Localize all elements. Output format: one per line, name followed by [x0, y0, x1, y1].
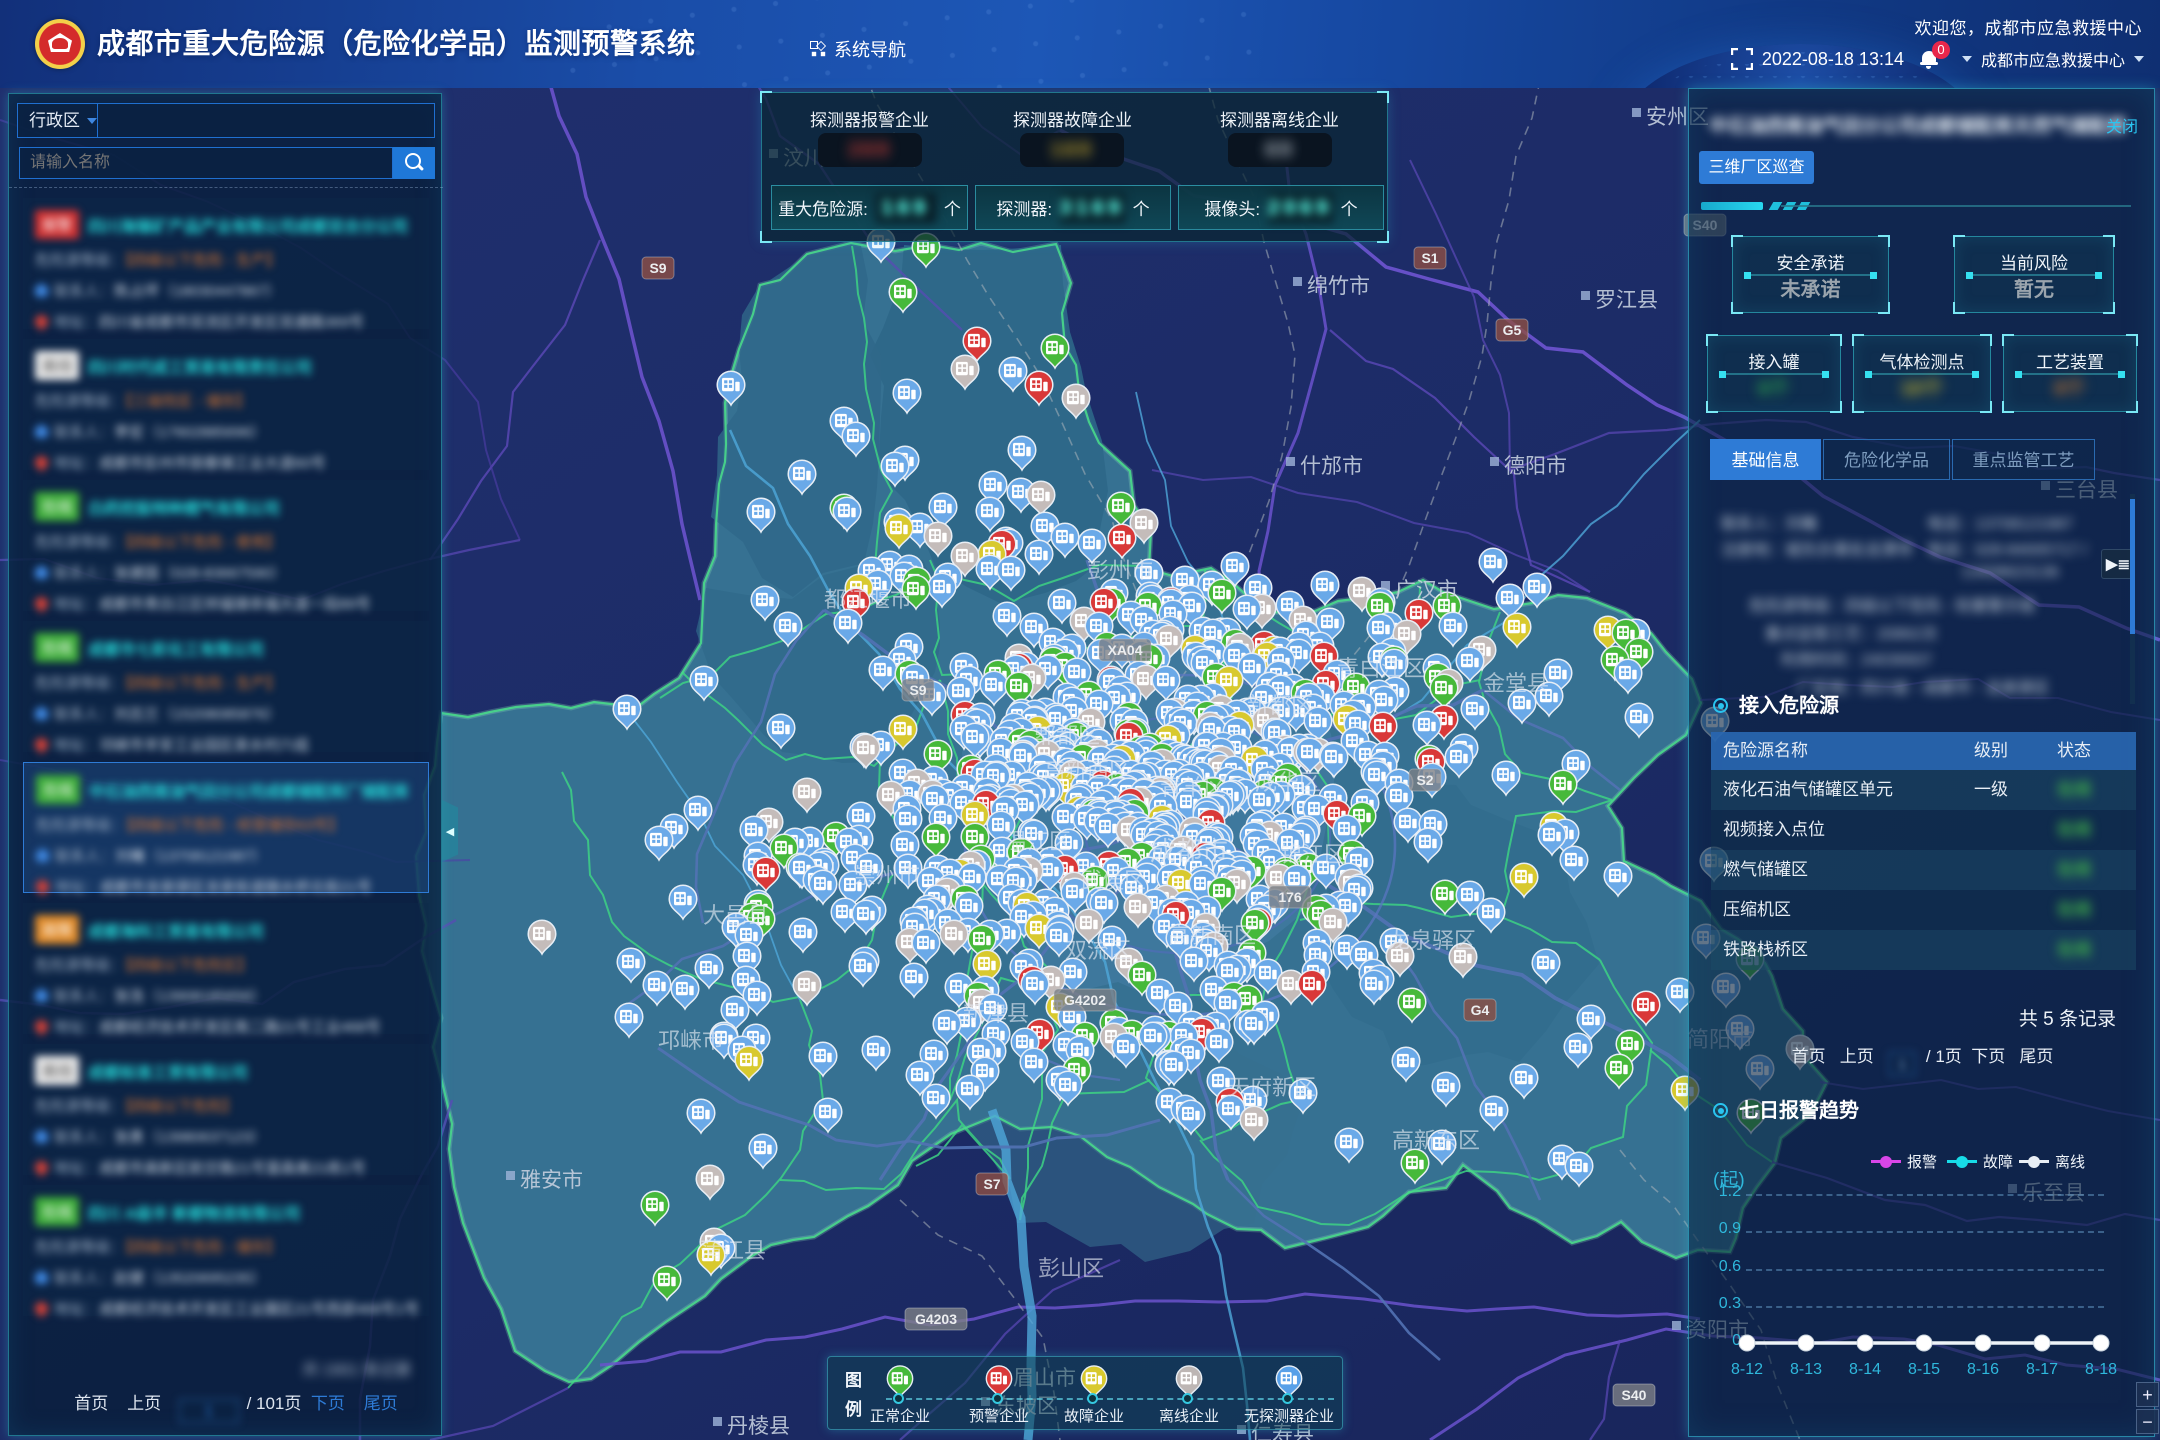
svg-text:S1: S1 [1421, 250, 1438, 266]
svg-text:S2: S2 [1416, 772, 1433, 788]
svg-text:G4203: G4203 [915, 1311, 957, 1327]
svg-text:绵竹市: 绵竹市 [1307, 275, 1370, 298]
svg-text:什邡市: 什邡市 [1300, 455, 1363, 478]
svg-text:天府新区: 天府新区 [1228, 1075, 1316, 1100]
svg-text:XA04: XA04 [1107, 642, 1142, 658]
svg-text:蒲江县: 蒲江县 [700, 1238, 766, 1263]
svg-text:德阳市: 德阳市 [1504, 455, 1567, 478]
svg-text:邛崃市: 邛崃市 [658, 1028, 724, 1053]
svg-text:成都市: 成都市 [1150, 836, 1228, 866]
svg-text:罗江县: 罗江县 [1595, 289, 1658, 312]
svg-text:广汉市: 广汉市 [1395, 579, 1458, 602]
svg-text:锦江区: 锦江区 [1280, 842, 1346, 867]
svg-text:青白江区: 青白江区 [1337, 656, 1425, 681]
svg-text:S9: S9 [649, 260, 666, 276]
svg-text:郫都区: 郫都区 [1034, 723, 1100, 748]
svg-text:新都区: 新都区 [1247, 693, 1313, 718]
svg-text:G4: G4 [1471, 1002, 1490, 1018]
svg-text:金堂县: 金堂县 [1483, 671, 1549, 696]
svg-text:S9: S9 [909, 682, 926, 698]
svg-text:G4202: G4202 [1064, 992, 1106, 1008]
svg-text:S40: S40 [1622, 1387, 1647, 1403]
svg-text:温江区: 温江区 [1005, 829, 1071, 854]
svg-text:都江堰市: 都江堰市 [824, 587, 912, 612]
svg-text:G5: G5 [1503, 322, 1522, 338]
svg-text:新津县: 新津县 [963, 1001, 1029, 1026]
svg-text:彭州市: 彭州市 [1087, 558, 1153, 583]
svg-text:高新东区: 高新东区 [1392, 1128, 1480, 1153]
svg-text:青羊区: 青羊区 [1160, 775, 1226, 800]
svg-text:龙泉驿区: 龙泉驿区 [1388, 928, 1476, 953]
svg-text:高新南区: 高新南区 [1168, 923, 1256, 948]
svg-text:彭山区: 彭山区 [1038, 1256, 1104, 1281]
svg-text:丹棱县: 丹棱县 [727, 1415, 790, 1438]
svg-text:崇州市: 崇州市 [854, 863, 920, 888]
svg-text:S7: S7 [983, 1176, 1000, 1192]
svg-text:大邑县: 大邑县 [703, 903, 769, 928]
svg-text:高新西区: 高新西区 [1043, 758, 1131, 783]
svg-text:成华区: 成华区 [1255, 770, 1321, 795]
svg-text:武侯区: 武侯区 [1080, 868, 1146, 893]
svg-text:176: 176 [1278, 889, 1302, 905]
svg-text:双流区: 双流区 [1065, 938, 1131, 963]
svg-text:雅安市: 雅安市 [520, 1169, 583, 1192]
